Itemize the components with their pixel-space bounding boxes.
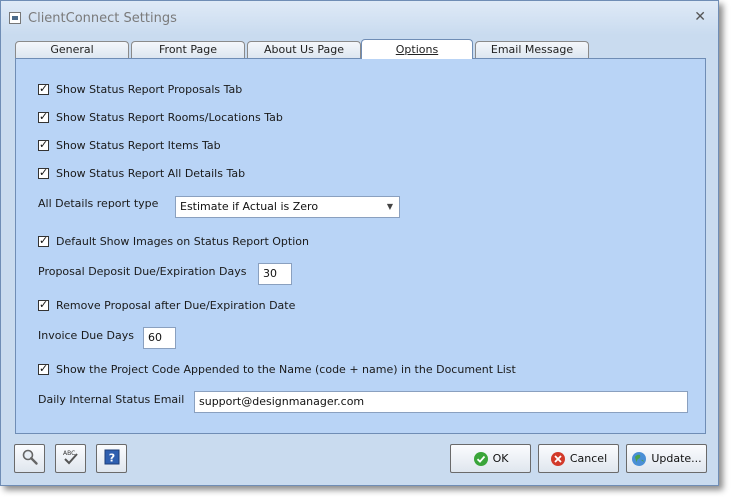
options-panel: Show Status Report Proposals Tab Show St…: [15, 58, 706, 434]
daily-status-email-input[interactable]: support@designmanager.com: [194, 391, 688, 413]
spellcheck-button[interactable]: ABC: [55, 444, 86, 473]
default-show-images-checkbox[interactable]: [38, 234, 49, 247]
default-show-images-label: Default Show Images on Status Report Opt…: [56, 235, 309, 248]
svg-text:ABC: ABC: [63, 450, 75, 457]
cancel-button[interactable]: Cancel: [538, 444, 619, 473]
tab-email-message[interactable]: Email Message: [475, 41, 589, 58]
search-tool-button[interactable]: [14, 444, 45, 473]
option-show-project-code: Show the Project Code Appended to the Na…: [38, 362, 516, 376]
invoice-due-days-input[interactable]: 60: [143, 327, 176, 349]
deposit-due-days-input[interactable]: 30: [258, 263, 292, 285]
globe-icon: [631, 451, 647, 467]
ok-button[interactable]: OK: [450, 444, 531, 473]
show-items-tab-checkbox[interactable]: [38, 138, 49, 151]
show-project-code-label: Show the Project Code Appended to the Na…: [56, 363, 516, 376]
remove-proposal-checkbox[interactable]: [38, 298, 49, 311]
help-button[interactable]: ?: [96, 444, 127, 473]
tab-general[interactable]: General: [15, 41, 129, 58]
spellcheck-icon: ABC: [61, 448, 81, 469]
close-button[interactable]: ✕: [694, 9, 706, 25]
option-default-show-images: Default Show Images on Status Report Opt…: [38, 234, 309, 248]
settings-window: ClientConnect Settings ✕ General Front P…: [0, 0, 719, 486]
show-proposals-tab-label: Show Status Report Proposals Tab: [56, 83, 243, 96]
option-remove-proposal: Remove Proposal after Due/Expiration Dat…: [38, 298, 296, 312]
daily-status-email-label: Daily Internal Status Email: [38, 393, 185, 406]
show-rooms-tab-checkbox[interactable]: [38, 110, 49, 123]
option-show-proposals-tab: Show Status Report Proposals Tab: [38, 82, 243, 96]
tab-front-page[interactable]: Front Page: [131, 41, 245, 58]
app-icon: [9, 12, 21, 24]
magnifier-icon: [21, 448, 39, 469]
option-show-all-details-tab: Show Status Report All Details Tab: [38, 166, 246, 180]
tab-options[interactable]: Options: [361, 39, 473, 59]
update-button[interactable]: Update...: [626, 444, 707, 473]
cancel-icon: [550, 451, 566, 467]
option-show-rooms-tab: Show Status Report Rooms/Locations Tab: [38, 110, 283, 124]
checkmark-icon: [473, 451, 489, 467]
title-bar: ClientConnect Settings ✕: [1, 1, 718, 35]
all-details-type-select[interactable]: Estimate if Actual is Zero ▼: [175, 196, 400, 218]
invoice-due-days-label: Invoice Due Days: [38, 329, 134, 342]
tab-about-us-page[interactable]: About Us Page: [247, 41, 361, 58]
chevron-down-icon: ▼: [386, 202, 393, 211]
help-icon: ?: [104, 449, 120, 468]
all-details-type-label: All Details report type: [38, 197, 159, 210]
remove-proposal-label: Remove Proposal after Due/Expiration Dat…: [56, 299, 296, 312]
show-all-details-tab-label: Show Status Report All Details Tab: [56, 167, 246, 180]
show-project-code-checkbox[interactable]: [38, 362, 49, 375]
show-all-details-tab-checkbox[interactable]: [38, 166, 49, 179]
show-rooms-tab-label: Show Status Report Rooms/Locations Tab: [56, 111, 283, 124]
show-proposals-tab-checkbox[interactable]: [38, 82, 49, 95]
svg-text:?: ?: [108, 452, 114, 465]
window-title: ClientConnect Settings: [28, 11, 177, 26]
deposit-due-days-label: Proposal Deposit Due/Expiration Days: [38, 265, 247, 278]
show-items-tab-label: Show Status Report Items Tab: [56, 139, 221, 152]
option-show-items-tab: Show Status Report Items Tab: [38, 138, 221, 152]
